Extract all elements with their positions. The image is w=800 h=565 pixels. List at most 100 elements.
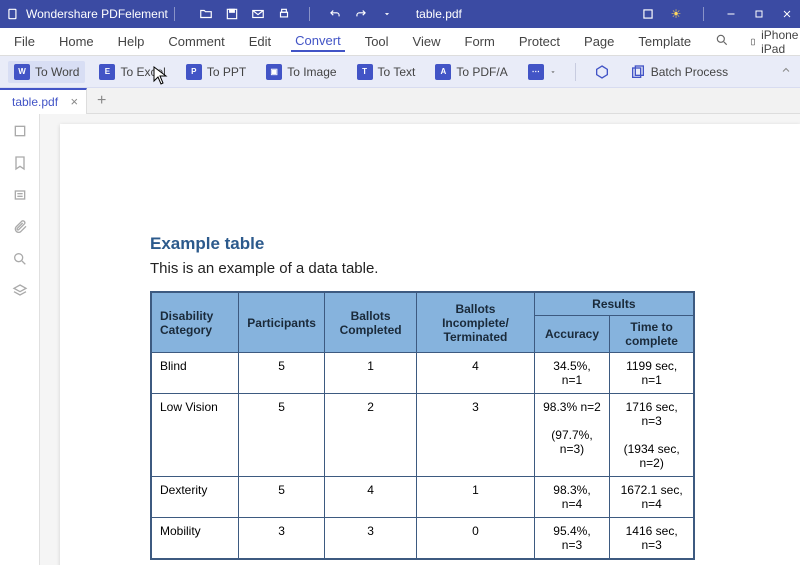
batch-icon <box>630 64 646 80</box>
pdfa-icon: A <box>435 64 451 80</box>
menu-edit[interactable]: Edit <box>245 32 275 51</box>
ribbon-convert: WTo Word ETo Excel PTo PPT ▣To Image TTo… <box>0 56 800 88</box>
th-results: Results <box>534 292 694 316</box>
cell-incomp: 4 <box>417 353 534 394</box>
print-icon[interactable] <box>277 7 291 21</box>
to-ppt-button[interactable]: PTo PPT <box>180 61 252 83</box>
collapse-ribbon-icon[interactable] <box>780 64 792 79</box>
menu-home[interactable]: Home <box>55 32 98 51</box>
ppt-icon: P <box>186 64 202 80</box>
cell-incomp: 1 <box>417 477 534 518</box>
cell-incomp: 0 <box>417 518 534 560</box>
theme-icon[interactable]: ☀ <box>669 7 683 21</box>
cell-acc: 98.3%, n=4 <box>534 477 610 518</box>
cell-incomp: 3 <box>417 394 534 477</box>
menubar: File Home Help Comment Edit Convert Tool… <box>0 28 800 56</box>
cell-cat: Dexterity <box>151 477 239 518</box>
image-icon: ▣ <box>266 64 282 80</box>
device-link[interactable]: iPhone / iPad <box>749 28 800 56</box>
bookmark-icon[interactable] <box>11 154 29 172</box>
layers-icon[interactable] <box>11 282 29 300</box>
th-incomplete: Ballots Incomplete/ Terminated <box>417 292 534 353</box>
more-icon: ⋯ <box>528 64 544 80</box>
close-tab-icon[interactable]: × <box>70 95 78 108</box>
window-square-icon[interactable] <box>641 7 655 21</box>
to-image-button[interactable]: ▣To Image <box>260 61 342 83</box>
separator <box>174 7 175 21</box>
menu-convert[interactable]: Convert <box>291 31 345 52</box>
to-text-button[interactable]: TTo Text <box>351 61 422 83</box>
excel-icon: E <box>99 64 115 80</box>
save-icon[interactable] <box>225 7 239 21</box>
table-body: Blind51434.5%, n=11199 sec, n=1Low Visio… <box>151 353 694 560</box>
menu-page[interactable]: Page <box>580 32 618 51</box>
menu-protect[interactable]: Protect <box>515 32 564 51</box>
cell-part: 5 <box>239 353 325 394</box>
search-icon[interactable] <box>11 250 29 268</box>
document-title: table.pdf <box>416 7 462 21</box>
brand: Wondershare PDFelement <box>6 7 168 21</box>
menu-view[interactable]: View <box>409 32 445 51</box>
cell-completed: 2 <box>324 394 416 477</box>
doc-tab[interactable]: table.pdf × <box>0 88 87 114</box>
cell-acc: 34.5%, n=1 <box>534 353 610 394</box>
cell-time: 1716 sec, n=3 (1934 sec, n=2) <box>610 394 694 477</box>
to-word-button[interactable]: WTo Word <box>8 61 85 83</box>
table-row: Dexterity54198.3%, n=41672.1 sec, n=4 <box>151 477 694 518</box>
close-icon[interactable] <box>780 7 794 21</box>
menu-form[interactable]: Form <box>461 32 499 51</box>
mail-icon[interactable] <box>251 7 265 21</box>
menu-help[interactable]: Help <box>114 32 149 51</box>
hexagon-button[interactable] <box>588 61 616 83</box>
cell-completed: 4 <box>324 477 416 518</box>
table-row: Mobility33095.4%, n=31416 sec, n=3 <box>151 518 694 560</box>
page-title: Example table <box>150 234 710 254</box>
cell-cat: Blind <box>151 353 239 394</box>
th-participants: Participants <box>239 292 325 353</box>
dropdown-icon[interactable] <box>380 7 394 21</box>
menu-template[interactable]: Template <box>634 32 695 51</box>
cell-time: 1672.1 sec, n=4 <box>610 477 694 518</box>
cell-time: 1416 sec, n=3 <box>610 518 694 560</box>
cell-part: 5 <box>239 394 325 477</box>
thumbnails-icon[interactable] <box>11 122 29 140</box>
separator <box>309 7 310 21</box>
undo-icon[interactable] <box>328 7 342 21</box>
folder-icon[interactable] <box>199 7 213 21</box>
menu-file[interactable]: File <box>10 32 39 51</box>
document-area[interactable]: Example table This is an example of a da… <box>40 114 800 565</box>
cell-cat: Low Vision <box>151 394 239 477</box>
table-row: Blind51434.5%, n=11199 sec, n=1 <box>151 353 694 394</box>
to-pdfa-button[interactable]: ATo PDF/A <box>429 61 513 83</box>
menu-tool[interactable]: Tool <box>361 32 393 51</box>
cell-completed: 1 <box>324 353 416 394</box>
menu-comment[interactable]: Comment <box>164 32 228 51</box>
to-excel-button[interactable]: ETo Excel <box>93 61 171 83</box>
batch-process-button[interactable]: Batch Process <box>624 61 734 83</box>
separator <box>703 7 704 21</box>
attachment-icon[interactable] <box>11 218 29 236</box>
annotations-icon[interactable] <box>11 186 29 204</box>
separator <box>575 63 576 81</box>
more-formats-button[interactable]: ⋯ <box>522 61 563 83</box>
cell-cat: Mobility <box>151 518 239 560</box>
titlebar: Wondershare PDFelement table.pdf ☀ <box>0 0 800 28</box>
minimize-icon[interactable] <box>724 7 738 21</box>
menu-search-icon[interactable] <box>711 31 733 52</box>
cell-acc: 98.3% n=2 (97.7%, n=3) <box>534 394 610 477</box>
cell-completed: 3 <box>324 518 416 560</box>
maximize-icon[interactable] <box>752 7 766 21</box>
th-completed: Ballots Completed <box>324 292 416 353</box>
workspace: Example table This is an example of a da… <box>0 114 800 565</box>
th-accuracy: Accuracy <box>534 316 610 353</box>
page-subtitle: This is an example of a data table. <box>150 260 710 277</box>
quick-actions <box>199 7 394 21</box>
th-time: Time to complete <box>610 316 694 353</box>
text-icon: T <box>357 64 373 80</box>
app-name: Wondershare PDFelement <box>26 7 168 21</box>
new-tab-button[interactable]: + <box>87 92 116 110</box>
cell-acc: 95.4%, n=3 <box>534 518 610 560</box>
cell-part: 3 <box>239 518 325 560</box>
redo-icon[interactable] <box>354 7 368 21</box>
word-icon: W <box>14 64 30 80</box>
